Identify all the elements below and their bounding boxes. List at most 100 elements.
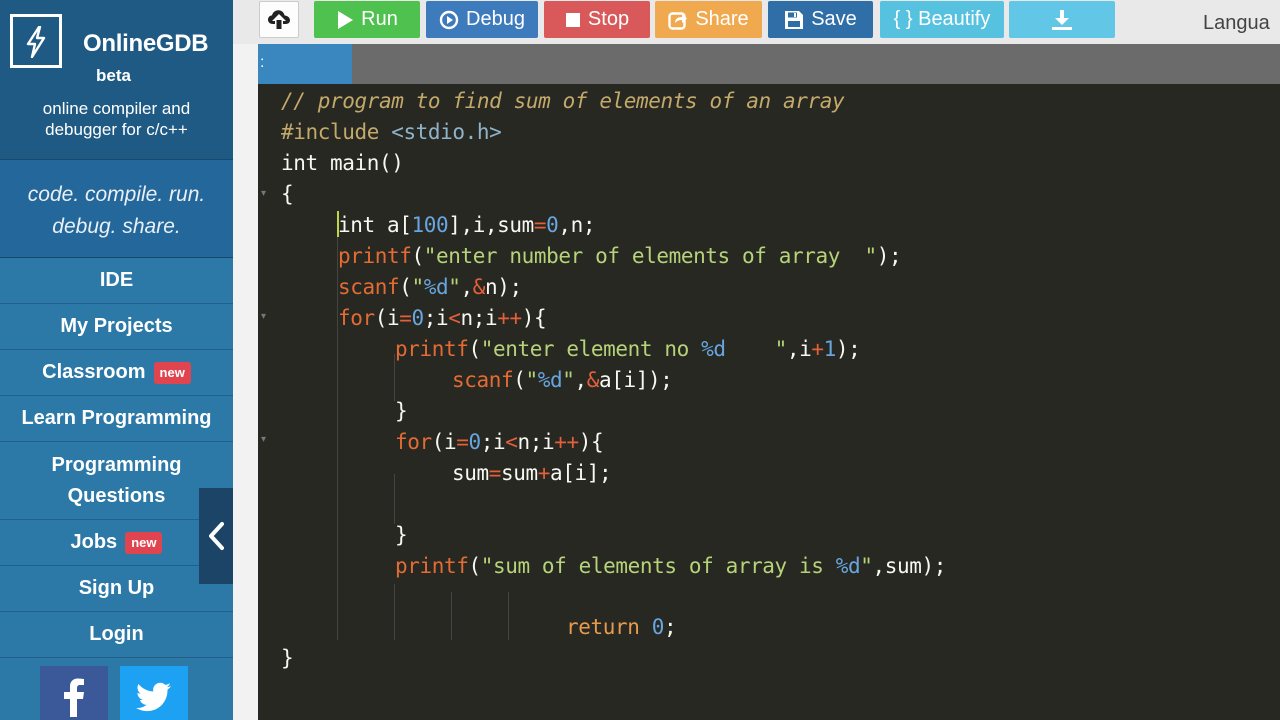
brand-header[interactable]: OnlineGDB beta online compiler and debug… (0, 0, 233, 160)
code-string: " (411, 275, 424, 299)
code-line-2: #include <stdio.h> (281, 117, 502, 148)
code-preprocessor: #include (281, 120, 379, 144)
code-line-19: } (281, 643, 294, 674)
code-text: } (281, 646, 294, 670)
language-selector[interactable]: Langua (1203, 12, 1270, 35)
code-text: a[i]; (549, 461, 612, 485)
fold-marker[interactable]: ▾ (261, 188, 266, 199)
code-text: int a[ (338, 213, 412, 237)
code-text: ( (399, 275, 412, 299)
beautify-button[interactable]: { } Beautify (880, 1, 1004, 38)
save-button[interactable]: Save (768, 1, 873, 38)
code-line-8: for(i=0;i<n;i++){ (338, 303, 547, 334)
nav-item-label-line1: Programming (51, 453, 182, 476)
nav-item-login[interactable]: Login (0, 612, 233, 658)
code-line-16: printf("sum of elements of array is %d",… (395, 551, 946, 582)
code-line-12: for(i=0;i<n;i++){ (395, 427, 604, 458)
tagline-line2: debug. share. (52, 215, 181, 238)
nav-item-learn-programming[interactable]: Learn Programming (0, 396, 233, 442)
nav-item-label: Learn Programming (21, 407, 212, 429)
code-text: } (395, 399, 408, 423)
save-icon (785, 10, 804, 29)
code-text: n;i (517, 430, 555, 454)
toolbar: Run Debug Stop Share Save { } Beautify L… (233, 0, 1280, 44)
logo (10, 14, 62, 68)
run-button[interactable]: Run (314, 1, 420, 38)
code-format: %d (835, 554, 861, 578)
code-operator: ++ (554, 430, 579, 454)
download-button[interactable] (1009, 1, 1115, 38)
indent-guide (394, 474, 395, 524)
code-format: %d (423, 275, 449, 299)
code-line-4: { (281, 179, 294, 210)
code-line-6: printf("enter number of elements of arra… (338, 241, 902, 272)
brand-subtitle-line2: debugger for c/c++ (45, 120, 188, 139)
code-line-11: } (395, 396, 408, 427)
code-format: %d (537, 368, 563, 392)
nav-item-label: Sign Up (78, 577, 155, 599)
stop-button[interactable]: Stop (544, 1, 650, 38)
code-line-5: int a[100],i,sum=0,n; (338, 210, 596, 241)
code-operator: & (472, 275, 486, 299)
tagline: code. compile. run. debug. share. (0, 160, 233, 258)
tab-main-file[interactable]: : (258, 44, 352, 84)
code-function: printf (395, 337, 469, 361)
indent-guide (451, 592, 452, 640)
chevron-left-icon (209, 522, 224, 550)
code-number: 0 (411, 306, 424, 330)
nav-item-my-projects[interactable]: My Projects (0, 304, 233, 350)
code-string: "sum of elements of array is (480, 554, 836, 578)
code-text: } (395, 523, 408, 547)
debug-button[interactable]: Debug (426, 1, 538, 38)
code-function: scanf (338, 275, 400, 299)
code-line-10: scanf("%d",&a[i]); (452, 365, 673, 396)
nav-item-label: Login (89, 623, 144, 645)
code-keyword: for (338, 306, 375, 330)
code-operator: = (456, 430, 469, 454)
code-text: ( (468, 337, 481, 361)
indent-guide (508, 592, 509, 640)
file-tabs: : (258, 44, 1280, 84)
code-number: 100 (411, 213, 449, 237)
debug-icon (439, 10, 459, 29)
code-text: ){ (521, 306, 547, 330)
code-format: %d (701, 337, 726, 361)
collapse-sidebar-button[interactable] (199, 488, 233, 584)
new-badge: new (125, 531, 163, 554)
social-links (0, 658, 233, 720)
code-text: , (460, 275, 473, 299)
fold-marker[interactable]: ▾ (261, 434, 266, 445)
brand-name: OnlineGDB (83, 30, 209, 57)
code-text: int main() (281, 151, 404, 175)
code-operator: < (448, 306, 461, 330)
fold-marker[interactable]: ▾ (261, 311, 266, 322)
nav-item-ide[interactable]: IDE (0, 258, 233, 304)
facebook-button[interactable] (40, 666, 108, 720)
code-text: n); (484, 275, 522, 299)
code-line-1: // program to find sum of elements of an… (281, 86, 845, 117)
code-line-7: scanf("%d",&n); (338, 272, 522, 303)
code-string: " (860, 554, 873, 578)
share-button[interactable]: Share (655, 1, 762, 38)
code-text: ( (411, 244, 424, 268)
code-comment: // program to find sum of elements of an… (281, 89, 845, 113)
code-editor[interactable]: ▾ ▾ ▾ // program to find sum of elements… (258, 84, 1280, 720)
nav-item-label: Classroom (42, 361, 146, 383)
code-number: 0 (468, 430, 481, 454)
code-text: ;i (480, 430, 506, 454)
share-icon (668, 11, 688, 30)
nav-item-classroom[interactable]: Classroom new (0, 350, 233, 396)
code-operator: = (399, 306, 412, 330)
beautify-label: { } Beautify (893, 8, 991, 30)
twitter-button[interactable] (120, 666, 188, 720)
code-string: " (525, 368, 538, 392)
upload-button[interactable] (259, 1, 299, 38)
sidebar: OnlineGDB beta online compiler and debug… (0, 0, 233, 720)
code-line-13: sum=sum+a[i]; (452, 458, 612, 489)
code-text: sum (452, 461, 489, 485)
code-text: ( (468, 554, 481, 578)
code-string: " (725, 337, 788, 361)
twitter-icon (136, 682, 171, 712)
brand-beta: beta (96, 66, 131, 85)
code-text: sum (500, 461, 538, 485)
